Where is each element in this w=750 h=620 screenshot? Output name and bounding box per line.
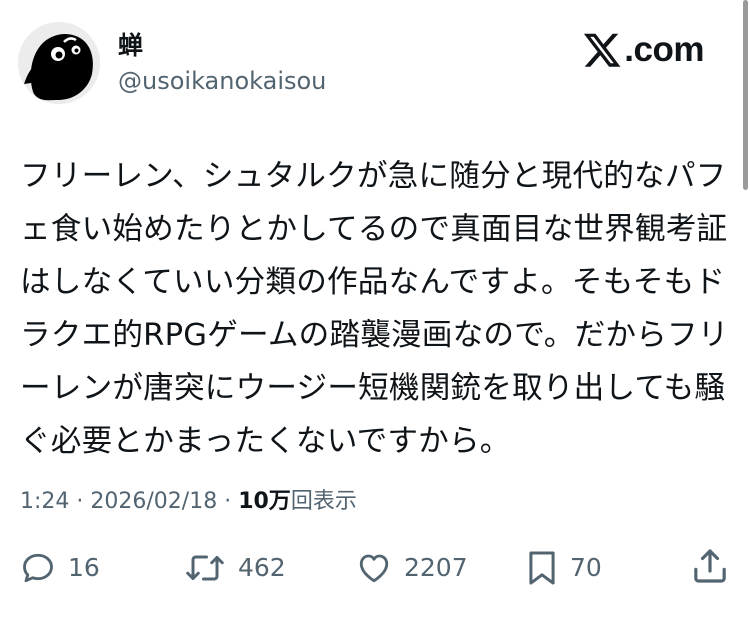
tweet-time[interactable]: 1:24 bbox=[20, 489, 69, 514]
like-count: 2207 bbox=[404, 553, 468, 582]
reply-button[interactable]: 16 bbox=[20, 548, 100, 588]
tweet-text-line: ェ食い始めたりとかしてるので真面目な世界観考証 bbox=[20, 212, 728, 247]
like-button[interactable]: 2207 bbox=[356, 548, 468, 588]
bookmark-count: 70 bbox=[570, 553, 602, 582]
scrollbar[interactable] bbox=[743, 0, 748, 190]
brand-text-suffix: com bbox=[633, 30, 705, 69]
meta-separator: · bbox=[217, 489, 239, 514]
user-handle[interactable]: @usoikanokaisou bbox=[118, 66, 326, 96]
heart-icon bbox=[359, 554, 389, 583]
repost-button[interactable]: 462 bbox=[184, 548, 286, 588]
tweet-date[interactable]: 2026/02/18 bbox=[90, 489, 217, 514]
tweet-text-line: ぐ必要とかまったくないですから。 bbox=[20, 424, 511, 459]
repost-arrows-icon bbox=[186, 555, 224, 581]
avatar[interactable] bbox=[18, 22, 100, 104]
tweet-meta: 1:24 · 2026/02/18 · 10万回表示 bbox=[20, 487, 357, 517]
tweet-text-line: ラクエ的RPGゲームの踏襲漫画なので。だからフリ bbox=[20, 318, 729, 353]
ghost-avatar-icon bbox=[18, 22, 100, 104]
speech-bubble-icon bbox=[23, 553, 53, 583]
tweet-text-line: ーレンが唐突にウージー短機関銃を取り出しても騒 bbox=[20, 371, 726, 406]
reply-count: 16 bbox=[68, 553, 100, 582]
tweet-text: フリーレン、シュタルクが急に随分と現代的なパフ ェ食い始めたりとかしてるので真面… bbox=[20, 150, 729, 468]
view-count-label: 回表示 bbox=[290, 489, 357, 514]
view-count: 10万 bbox=[238, 489, 291, 514]
meta-separator: · bbox=[69, 489, 91, 514]
share-upload-icon bbox=[694, 549, 726, 583]
display-name[interactable]: 蝉 bbox=[118, 30, 143, 62]
bookmark-button[interactable]: 70 bbox=[526, 548, 602, 588]
x-brand-logo: .com bbox=[583, 30, 705, 70]
brand-text: .com bbox=[624, 30, 705, 69]
bookmark-icon bbox=[529, 551, 555, 585]
share-button[interactable] bbox=[690, 546, 730, 586]
tweet-text-line: フリーレン、シュタルクが急に随分と現代的なパフ bbox=[20, 159, 727, 194]
x-logo-icon bbox=[583, 33, 621, 67]
repost-count: 462 bbox=[238, 553, 286, 582]
tweet-text-line: はしなくていい分類の作品なんですよ。そもそもド bbox=[20, 265, 726, 300]
